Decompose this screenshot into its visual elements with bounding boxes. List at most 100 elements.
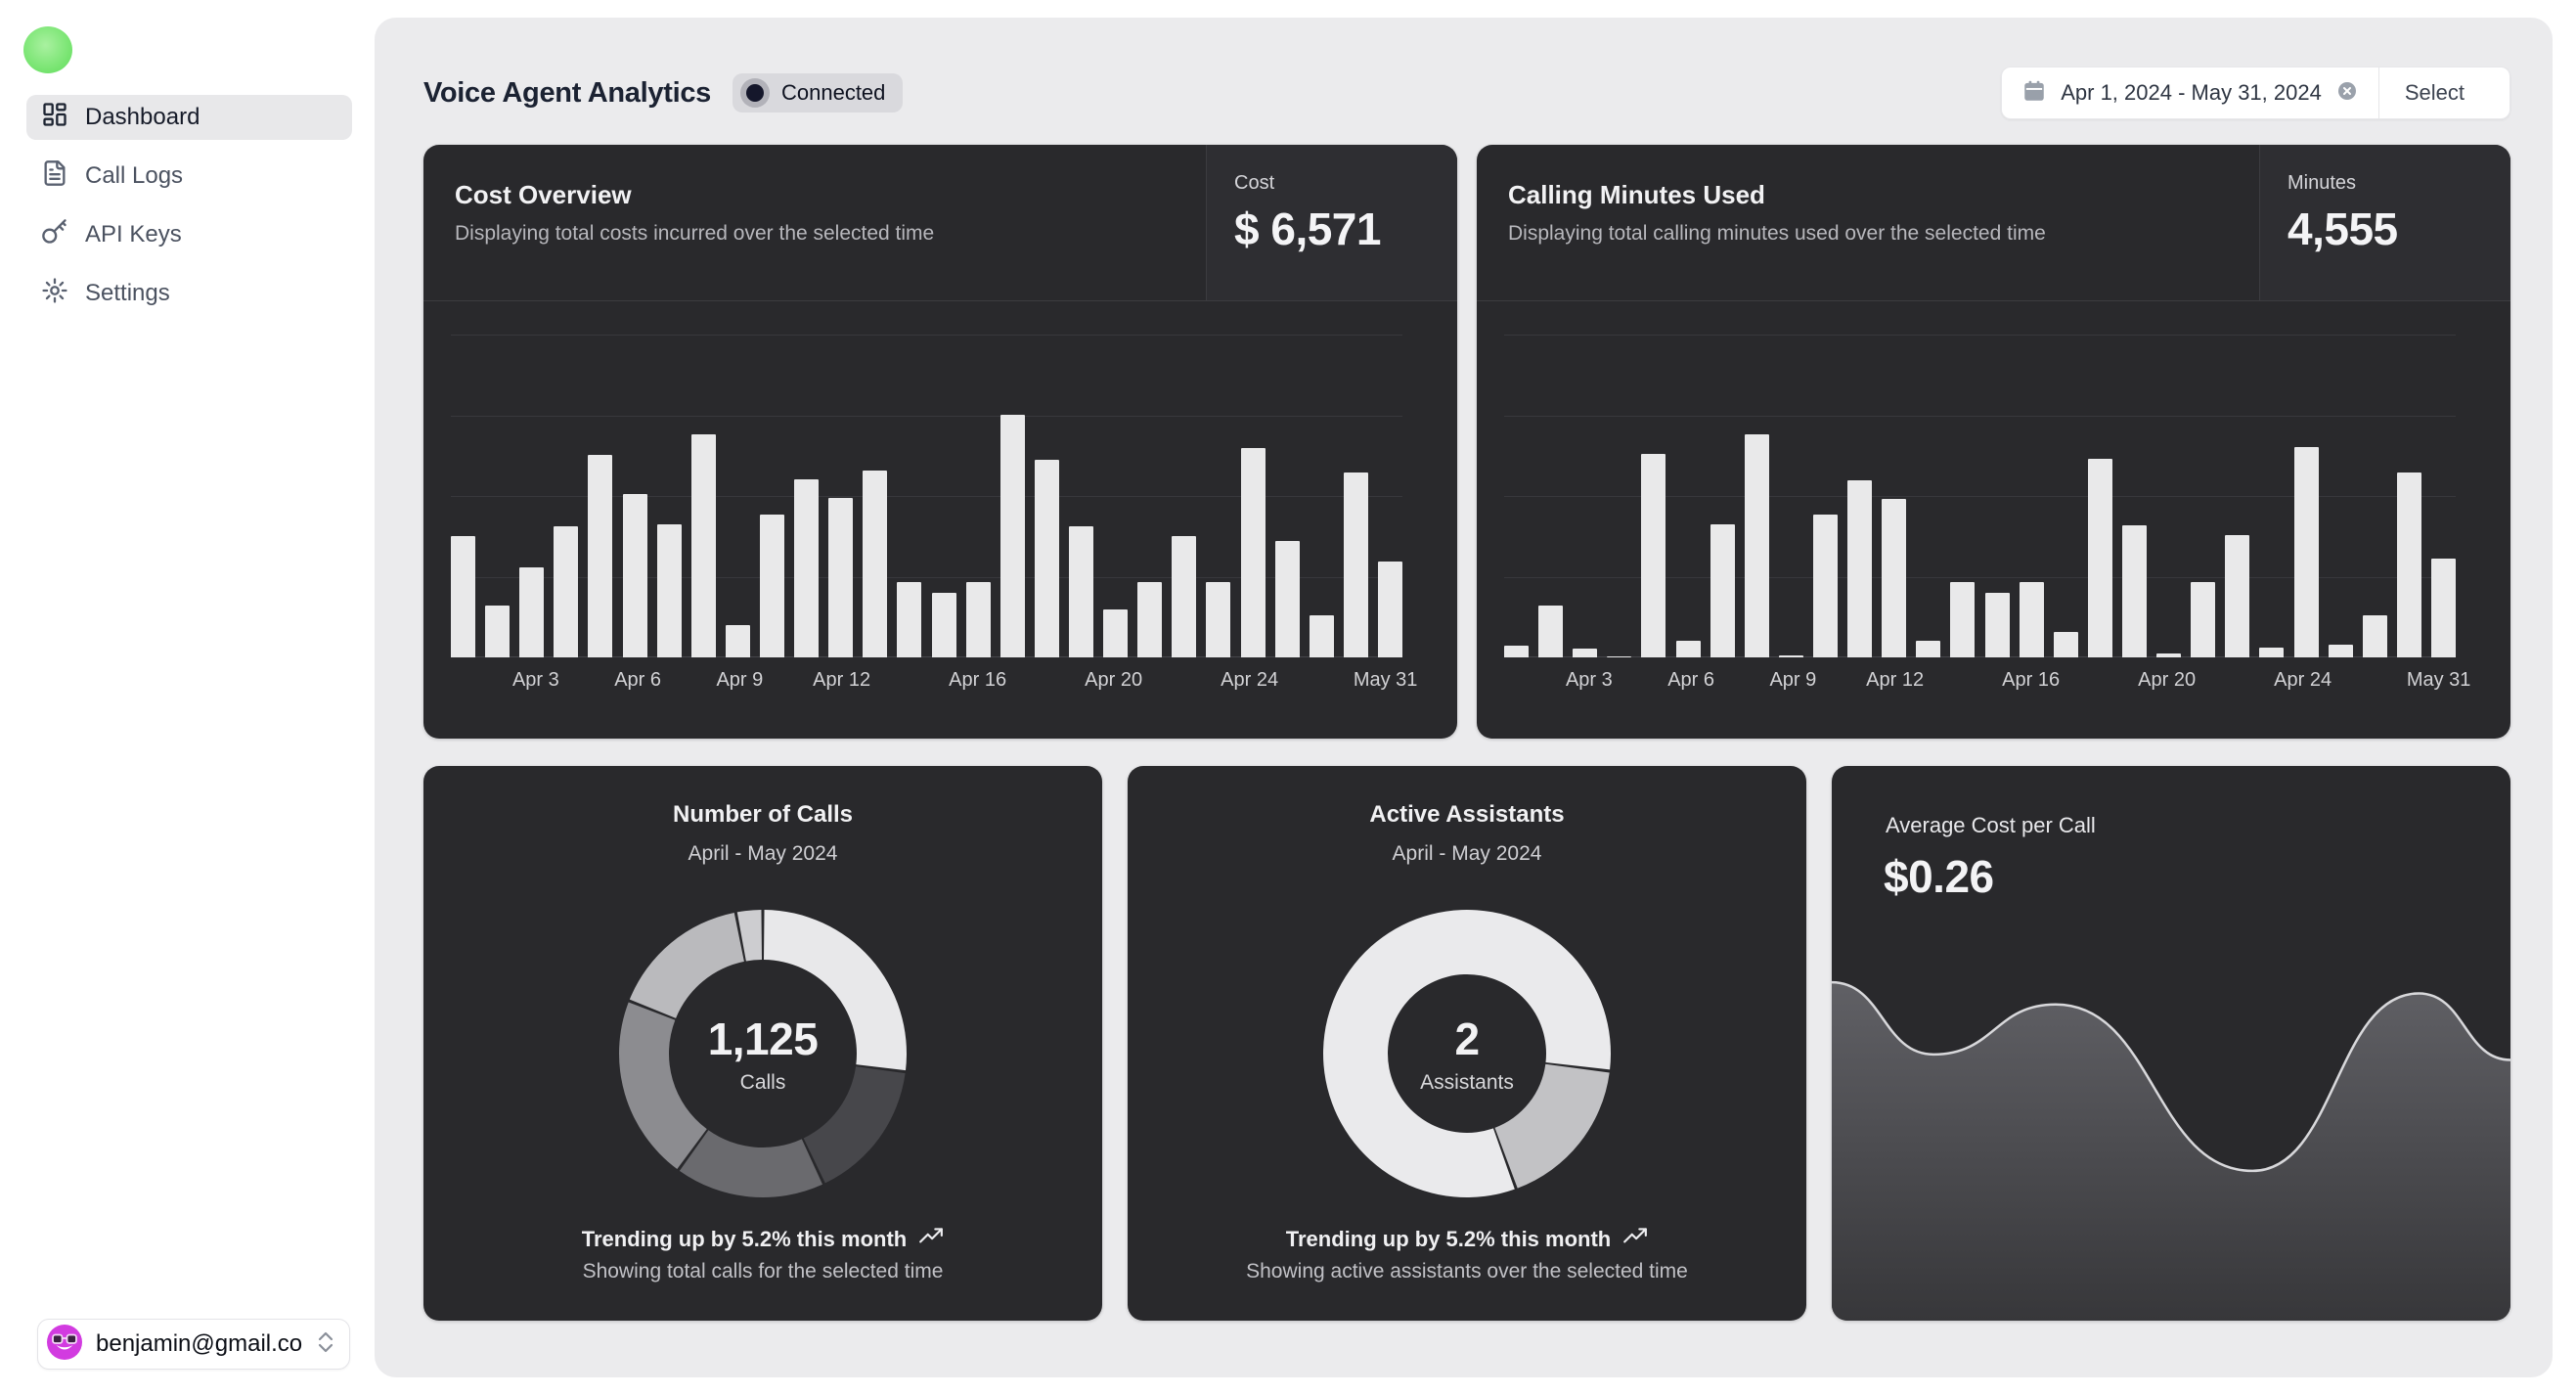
voice-agent-analytics-app: Dashboard Call Logs API Keys <box>0 0 2576 1395</box>
bar <box>863 471 887 657</box>
bar <box>1882 499 1906 657</box>
bar <box>1172 536 1196 657</box>
bar <box>1779 655 1803 657</box>
number-of-calls-card: Number of Calls April - May 2024 1,125 C… <box>423 766 1102 1321</box>
select-button[interactable]: Select <box>2379 68 2509 118</box>
bar <box>1206 582 1230 657</box>
x-tick-label: Apr 20 <box>2138 669 2196 692</box>
bar <box>554 526 578 657</box>
card-subtitle: Displaying total costs incurred over the… <box>455 222 1175 246</box>
x-tick-label: Apr 9 <box>1769 669 1816 692</box>
metrics-row-bottom: Number of Calls April - May 2024 1,125 C… <box>423 766 2510 1321</box>
date-range-picker[interactable]: Apr 1, 2024 - May 31, 2024 Select <box>2001 67 2510 119</box>
bar <box>1035 460 1059 657</box>
metric-label: Minutes <box>2287 172 2483 195</box>
bar <box>2054 632 2078 657</box>
bar <box>1985 593 2010 657</box>
donut-segment <box>804 1066 906 1183</box>
assistants-donut-chart: 2 Assistants <box>1320 907 1614 1200</box>
app-logo[interactable] <box>23 26 72 73</box>
active-assistants-card: Active Assistants April - May 2024 2 Ass… <box>1128 766 1806 1321</box>
donut-segment <box>680 1130 822 1197</box>
bar <box>657 524 682 657</box>
avg-cost-area-chart <box>1832 942 2510 1321</box>
date-range-value[interactable]: Apr 1, 2024 - May 31, 2024 <box>2002 78 2378 109</box>
card-subtitle: Displaying total calling minutes used ov… <box>1508 222 2228 246</box>
metrics-row-top: Cost Overview Displaying total costs inc… <box>423 145 2510 739</box>
bar <box>2122 525 2147 657</box>
x-tick-label: Apr 6 <box>614 669 661 692</box>
bar <box>760 515 784 657</box>
avatar <box>47 1325 82 1365</box>
gear-icon <box>41 277 68 311</box>
key-icon <box>41 218 68 252</box>
x-tick-label: Apr 3 <box>512 669 559 692</box>
sidebar-item-label: Dashboard <box>85 104 200 131</box>
bar <box>1813 515 1838 657</box>
card-title: Number of Calls <box>423 801 1102 829</box>
bar <box>828 498 853 657</box>
cost-metric-box: Cost $ 6,571 <box>1206 145 1457 300</box>
sidebar: Dashboard Call Logs API Keys <box>0 0 375 1395</box>
bar <box>1310 615 1334 657</box>
trending-up-icon <box>1622 1224 1648 1254</box>
bar <box>1847 480 1872 657</box>
x-tick-label: Apr 6 <box>1667 669 1714 692</box>
bar <box>1641 454 1666 657</box>
user-email: benjamin@gmail.com <box>96 1330 302 1358</box>
x-tick-label: Apr 9 <box>716 669 763 692</box>
calls-donut-chart: 1,125 Calls <box>616 907 910 1200</box>
bar <box>1607 656 1631 657</box>
cost-overview-card: Cost Overview Displaying total costs inc… <box>423 145 1457 739</box>
card-subtitle: April - May 2024 <box>1128 842 1806 866</box>
clear-date-icon[interactable] <box>2335 79 2359 108</box>
sidebar-item-api-keys[interactable]: API Keys <box>26 212 352 257</box>
bar <box>1573 649 1597 657</box>
bar <box>2191 582 2215 657</box>
bar <box>2088 459 2112 657</box>
card-title: Cost Overview <box>455 180 1175 210</box>
bar <box>1241 448 1266 657</box>
bar <box>691 434 716 657</box>
status-dot-icon <box>740 78 770 108</box>
bar <box>623 494 647 657</box>
bar <box>726 625 750 657</box>
x-tick-label: Apr 16 <box>2002 669 2060 692</box>
bar <box>588 455 612 657</box>
sidebar-item-dashboard[interactable]: Dashboard <box>26 95 352 140</box>
date-range-text: Apr 1, 2024 - May 31, 2024 <box>2061 80 2322 106</box>
bar <box>1378 562 1402 657</box>
x-tick-label: May 31 <box>1354 669 1418 692</box>
card-title: Active Assistants <box>1128 801 1806 829</box>
topbar: Voice Agent Analytics Connected Apr <box>423 66 2510 120</box>
trend-text: Trending up by 5.2% this month <box>582 1227 907 1252</box>
bar <box>932 593 956 657</box>
bar <box>2397 472 2421 657</box>
donut-segment <box>630 913 744 1018</box>
bar <box>1950 582 1975 657</box>
minutes-bar-chart <box>1504 335 2456 657</box>
bar <box>2259 648 2284 657</box>
bar <box>485 606 510 657</box>
bar <box>1538 606 1563 657</box>
sidebar-nav: Dashboard Call Logs API Keys <box>26 95 352 316</box>
bar <box>519 567 544 657</box>
donut-segment <box>764 910 907 1070</box>
sidebar-item-settings[interactable]: Settings <box>26 271 352 316</box>
x-tick-label: Apr 3 <box>1566 669 1613 692</box>
sidebar-item-label: Settings <box>85 280 170 307</box>
status-badge-label: Connected <box>781 80 885 106</box>
sidebar-item-call-logs[interactable]: Call Logs <box>26 154 352 199</box>
chevron-up-down-icon <box>316 1328 335 1361</box>
bar <box>2431 559 2456 657</box>
bar <box>1137 582 1162 657</box>
bar <box>1710 524 1735 657</box>
user-account-menu[interactable]: benjamin@gmail.com <box>37 1319 350 1370</box>
donut-segment <box>1494 1064 1609 1189</box>
bar <box>966 582 991 657</box>
x-tick-label: May 31 <box>2407 669 2471 692</box>
cost-bar-chart <box>451 335 1402 657</box>
metric-value: 4,555 <box>2287 202 2483 255</box>
bar <box>1000 415 1025 657</box>
card-title: Calling Minutes Used <box>1508 180 2228 210</box>
